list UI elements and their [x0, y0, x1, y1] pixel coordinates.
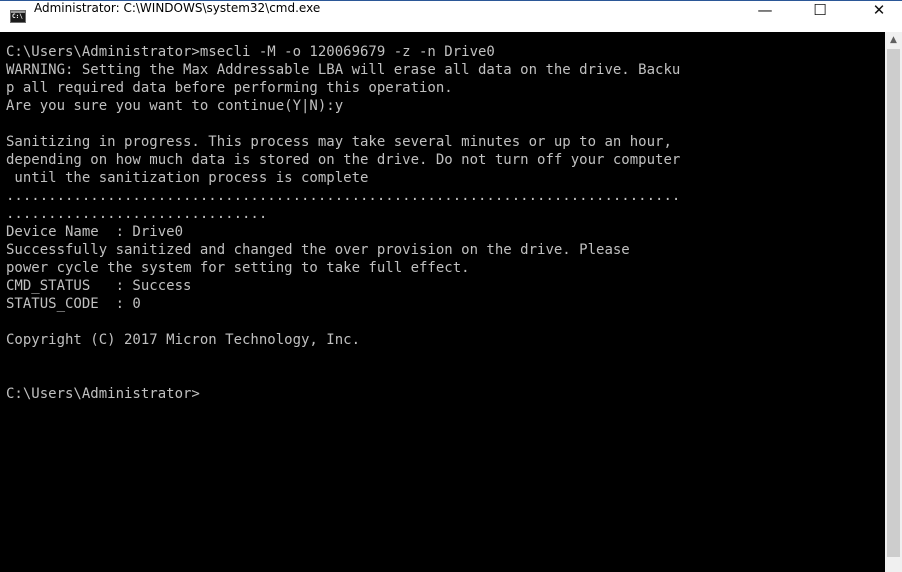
console-line: ........................................…	[6, 188, 681, 204]
console-line: WARNING: Setting the Max Addressable LBA…	[6, 62, 681, 78]
console-line: until the sanitization process is comple…	[6, 170, 369, 186]
console-line: CMD_STATUS : Success	[6, 278, 192, 294]
vertical-scrollbar[interactable]: ▲	[885, 32, 902, 572]
console-line: ...............................	[6, 206, 268, 222]
console-text-block: C:\Users\Administrator>msecli -M -o 1200…	[6, 43, 680, 403]
minimize-button[interactable]: —	[742, 1, 788, 32]
title-bar[interactable]: C:\ Administrator: C:\WINDOWS\system32\c…	[0, 0, 902, 32]
maximize-button[interactable]: ☐	[797, 1, 843, 32]
console-line: Sanitizing in progress. This process may…	[6, 134, 672, 150]
console-line: p all required data before performing th…	[6, 80, 453, 96]
console-prompt-line[interactable]: C:\Users\Administrator>	[6, 385, 680, 403]
console-line: Successfully sanitized and changed the o…	[6, 242, 630, 258]
cmd-app-icon[interactable]: C:\	[10, 10, 26, 23]
scroll-up-arrow-icon[interactable]: ▲	[885, 32, 902, 49]
command-prompt-window: C:\ Administrator: C:\WINDOWS\system32\c…	[0, 0, 902, 572]
console-line: Are you sure you want to continue(Y|N):y	[6, 98, 344, 114]
close-button[interactable]: ✕	[856, 1, 902, 32]
window-title: Administrator: C:\WINDOWS\system32\cmd.e…	[34, 1, 321, 15]
console-line: Device Name : Drive0	[6, 224, 184, 240]
console-line: power cycle the system for setting to ta…	[6, 260, 470, 276]
console-line: C:\Users\Administrator>msecli -M -o 1200…	[6, 44, 495, 60]
scrollbar-thumb[interactable]	[887, 49, 900, 557]
console-line: Copyright (C) 2017 Micron Technology, In…	[6, 332, 361, 348]
console-output-area[interactable]: C:\Users\Administrator>msecli -M -o 1200…	[0, 32, 885, 572]
console-line: STATUS_CODE : 0	[6, 296, 141, 312]
console-line: depending on how much data is stored on …	[6, 152, 681, 168]
